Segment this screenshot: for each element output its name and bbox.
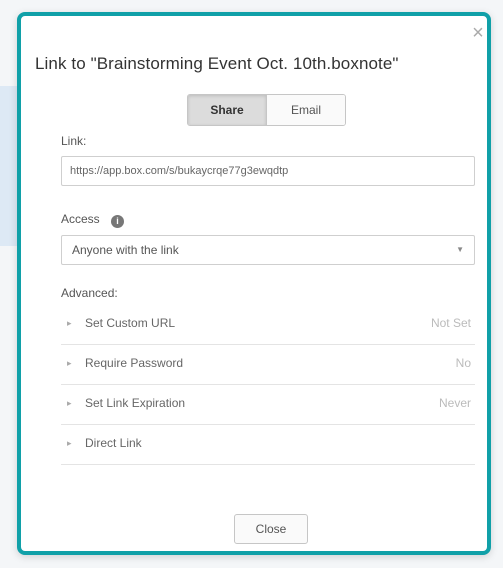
link-label: Link: [61,134,87,148]
link-url-field[interactable]: https://app.box.com/s/bukaycrqe77g3ewqdt… [61,156,475,186]
access-label-row: Access i [61,212,125,228]
advanced-item-value: Never [438,396,471,410]
access-selected-value: Anyone with the link [72,243,179,257]
share-email-tabs: Share Email [187,94,346,126]
access-label: Access [61,212,100,226]
chevron-right-icon: ▸ [67,438,72,448]
advanced-item-direct-link[interactable]: ▸ Direct Link [61,424,475,465]
advanced-item-value: No [455,356,471,370]
close-button[interactable]: Close [234,514,308,544]
advanced-label: Advanced: [61,286,118,300]
chevron-right-icon: ▸ [67,398,72,408]
dialog-title: Link to "Brainstorming Event Oct. 10th.b… [35,54,399,73]
tab-email[interactable]: Email [266,95,345,125]
chevron-right-icon: ▸ [67,358,72,368]
advanced-item-link-expiration[interactable]: ▸ Set Link Expiration Never [61,384,475,425]
advanced-item-label: Direct Link [85,436,142,450]
close-icon[interactable]: × [469,23,487,43]
advanced-item-custom-url[interactable]: ▸ Set Custom URL Not Set [61,304,475,345]
advanced-item-label: Set Link Expiration [85,396,186,410]
advanced-item-require-password[interactable]: ▸ Require Password No [61,344,475,385]
advanced-item-label: Set Custom URL [85,316,176,330]
access-select[interactable]: Anyone with the link ▼ [61,235,475,265]
tab-share[interactable]: Share [188,95,266,125]
chevron-right-icon: ▸ [67,318,72,328]
share-link-dialog: × Link to "Brainstorming Event Oct. 10th… [17,12,491,555]
chevron-down-icon: ▼ [456,245,464,254]
info-icon[interactable]: i [111,215,125,228]
advanced-item-label: Require Password [85,356,184,370]
advanced-item-value: Not Set [430,316,471,330]
